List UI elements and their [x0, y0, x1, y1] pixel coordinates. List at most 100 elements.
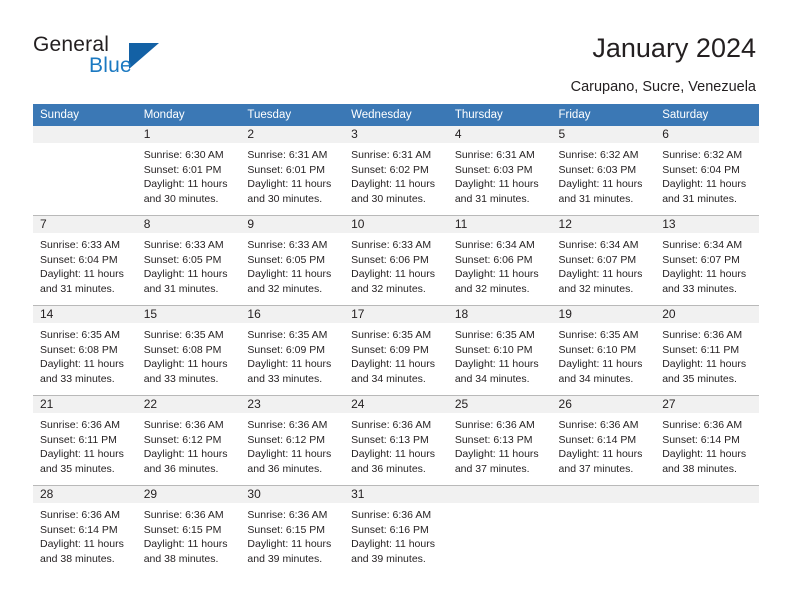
day-cell[interactable]: 8 Sunrise: 6:33 AM Sunset: 6:05 PM Dayli…: [136, 215, 241, 306]
sunrise-text: Sunrise: 6:35 AM: [351, 329, 432, 341]
day-cell[interactable]: 11 Sunrise: 6:34 AM Sunset: 6:06 PM Dayl…: [447, 215, 552, 306]
day-cell[interactable]: 24 Sunrise: 6:36 AM Sunset: 6:13 PM Dayl…: [344, 395, 448, 486]
daylight-text-line2: and 37 minutes.: [454, 462, 530, 475]
day-cell[interactable]: 19 Sunrise: 6:35 AM Sunset: 6:10 PM Dayl…: [551, 305, 656, 396]
day-number: 6: [655, 126, 759, 143]
day-cell[interactable]: 13 Sunrise: 6:34 AM Sunset: 6:07 PM Dayl…: [655, 215, 759, 306]
day-number: 14: [33, 306, 137, 323]
daylight-text-line1: Daylight: 11 hours: [143, 538, 228, 551]
day-cell[interactable]: [33, 126, 137, 216]
day-details: Sunrise: 6:36 AM Sunset: 6:11 PM Dayligh…: [655, 323, 759, 386]
day-number: [447, 486, 552, 503]
day-cell[interactable]: 25 Sunrise: 6:36 AM Sunset: 6:13 PM Dayl…: [447, 395, 552, 486]
day-number: 15: [136, 306, 241, 323]
day-cell[interactable]: 15 Sunrise: 6:35 AM Sunset: 6:08 PM Dayl…: [136, 305, 241, 396]
day-details: Sunrise: 6:36 AM Sunset: 6:15 PM Dayligh…: [137, 503, 241, 566]
daylight-text-line1: Daylight: 11 hours: [454, 358, 539, 371]
sunset-text: Sunset: 6:05 PM: [143, 253, 222, 266]
sunrise-text: Sunrise: 6:36 AM: [143, 509, 224, 521]
daylight-text-line2: and 32 minutes.: [247, 282, 323, 295]
daylight-text-line2: and 32 minutes.: [351, 282, 426, 295]
day-details: Sunrise: 6:34 AM Sunset: 6:06 PM Dayligh…: [448, 233, 552, 296]
sunrise-text: Sunrise: 6:36 AM: [558, 419, 639, 431]
daylight-text-line1: Daylight: 11 hours: [247, 178, 332, 191]
day-details: Sunrise: 6:33 AM Sunset: 6:06 PM Dayligh…: [344, 233, 448, 296]
sunset-text: Sunset: 6:15 PM: [247, 523, 326, 536]
day-cell[interactable]: 27 Sunrise: 6:36 AM Sunset: 6:14 PM Dayl…: [655, 395, 759, 486]
day-number: 26: [551, 396, 656, 413]
day-cell[interactable]: 3 Sunrise: 6:31 AM Sunset: 6:02 PM Dayli…: [344, 126, 448, 216]
daylight-text-line1: Daylight: 11 hours: [558, 448, 643, 461]
daylight-text-line1: Daylight: 11 hours: [662, 178, 747, 191]
day-cell[interactable]: 1 Sunrise: 6:30 AM Sunset: 6:01 PM Dayli…: [136, 126, 241, 216]
day-cell[interactable]: 20 Sunrise: 6:36 AM Sunset: 6:11 PM Dayl…: [655, 305, 759, 396]
daylight-text-line2: and 31 minutes.: [143, 282, 219, 295]
daylight-text-line2: and 33 minutes.: [247, 372, 323, 385]
sunset-text: Sunset: 6:14 PM: [558, 433, 637, 446]
sunrise-text: Sunrise: 6:34 AM: [662, 239, 743, 251]
day-cell[interactable]: 4 Sunrise: 6:31 AM Sunset: 6:03 PM Dayli…: [447, 126, 552, 216]
sunrise-text: Sunrise: 6:33 AM: [351, 239, 432, 251]
page-header: General Blue January 2024 Carupano, Sucr…: [0, 0, 792, 104]
day-number: [655, 486, 759, 503]
daylight-text-line2: and 39 minutes.: [351, 552, 426, 565]
daylight-text-line2: and 33 minutes.: [143, 372, 219, 385]
general-blue-logo[interactable]: General Blue: [33, 33, 253, 83]
sunrise-text: Sunrise: 6:36 AM: [351, 509, 432, 521]
day-cell[interactable]: 30 Sunrise: 6:36 AM Sunset: 6:15 PM Dayl…: [240, 485, 345, 575]
day-cell[interactable]: 14 Sunrise: 6:35 AM Sunset: 6:08 PM Dayl…: [33, 305, 137, 396]
daylight-text-line1: Daylight: 11 hours: [40, 358, 124, 371]
day-number: 10: [344, 216, 448, 233]
day-number: [33, 126, 137, 143]
day-cell[interactable]: 9 Sunrise: 6:33 AM Sunset: 6:05 PM Dayli…: [240, 215, 345, 306]
day-cell[interactable]: 12 Sunrise: 6:34 AM Sunset: 6:07 PM Dayl…: [551, 215, 656, 306]
sunset-text: Sunset: 6:02 PM: [351, 163, 429, 176]
sunrise-text: Sunrise: 6:36 AM: [247, 419, 328, 431]
sunrise-text: Sunrise: 6:31 AM: [351, 149, 432, 161]
day-details: Sunrise: 6:36 AM Sunset: 6:15 PM Dayligh…: [240, 503, 344, 566]
day-cell[interactable]: 5 Sunrise: 6:32 AM Sunset: 6:03 PM Dayli…: [551, 126, 656, 216]
sunrise-text: Sunrise: 6:35 AM: [454, 329, 535, 341]
day-cell[interactable]: 21 Sunrise: 6:36 AM Sunset: 6:11 PM Dayl…: [33, 395, 137, 486]
day-details: Sunrise: 6:31 AM Sunset: 6:03 PM Dayligh…: [448, 143, 552, 206]
sunset-text: Sunset: 6:07 PM: [558, 253, 637, 266]
daylight-text-line1: Daylight: 11 hours: [558, 358, 643, 371]
day-number: 12: [551, 216, 656, 233]
day-cell[interactable]: 29 Sunrise: 6:36 AM Sunset: 6:15 PM Dayl…: [136, 485, 241, 575]
day-cell[interactable]: [551, 485, 656, 575]
day-cell[interactable]: 31 Sunrise: 6:36 AM Sunset: 6:16 PM Dayl…: [344, 485, 448, 575]
day-cell[interactable]: 28 Sunrise: 6:36 AM Sunset: 6:14 PM Dayl…: [33, 485, 137, 575]
day-number: 3: [344, 126, 448, 143]
day-cell[interactable]: 26 Sunrise: 6:36 AM Sunset: 6:14 PM Dayl…: [551, 395, 656, 486]
sunset-text: Sunset: 6:09 PM: [247, 343, 326, 356]
day-cell[interactable]: 18 Sunrise: 6:35 AM Sunset: 6:10 PM Dayl…: [447, 305, 552, 396]
day-cell[interactable]: 23 Sunrise: 6:36 AM Sunset: 6:12 PM Dayl…: [240, 395, 345, 486]
day-cell[interactable]: [447, 485, 552, 575]
daylight-text-line1: Daylight: 11 hours: [40, 268, 124, 281]
daylight-text-line1: Daylight: 11 hours: [351, 178, 435, 191]
day-details: Sunrise: 6:33 AM Sunset: 6:04 PM Dayligh…: [33, 233, 137, 296]
sunrise-text: Sunrise: 6:36 AM: [351, 419, 432, 431]
daylight-text-line2: and 30 minutes.: [143, 192, 219, 205]
day-cell[interactable]: 7 Sunrise: 6:33 AM Sunset: 6:04 PM Dayli…: [33, 215, 137, 306]
daylight-text-line1: Daylight: 11 hours: [558, 178, 643, 191]
daylight-text-line2: and 36 minutes.: [247, 462, 323, 475]
day-number: 17: [344, 306, 448, 323]
daylight-text-line1: Daylight: 11 hours: [247, 268, 332, 281]
page-title: January 2024: [592, 33, 756, 63]
page-subtitle-location: Carupano, Sucre, Venezuela: [570, 79, 756, 95]
day-number: 11: [447, 216, 552, 233]
sunrise-text: Sunrise: 6:32 AM: [662, 149, 743, 161]
day-number: [551, 486, 656, 503]
daylight-text-line1: Daylight: 11 hours: [40, 448, 124, 461]
day-cell[interactable]: 16 Sunrise: 6:35 AM Sunset: 6:09 PM Dayl…: [240, 305, 345, 396]
day-cell[interactable]: 17 Sunrise: 6:35 AM Sunset: 6:09 PM Dayl…: [344, 305, 448, 396]
daylight-text-line2: and 34 minutes.: [558, 372, 634, 385]
day-cell[interactable]: 22 Sunrise: 6:36 AM Sunset: 6:12 PM Dayl…: [136, 395, 241, 486]
day-cell[interactable]: 2 Sunrise: 6:31 AM Sunset: 6:01 PM Dayli…: [240, 126, 345, 216]
daylight-text-line1: Daylight: 11 hours: [351, 268, 435, 281]
day-cell[interactable]: 10 Sunrise: 6:33 AM Sunset: 6:06 PM Dayl…: [344, 215, 448, 306]
day-cell[interactable]: 6 Sunrise: 6:32 AM Sunset: 6:04 PM Dayli…: [655, 126, 759, 216]
day-cell[interactable]: [655, 485, 759, 575]
day-details: Sunrise: 6:35 AM Sunset: 6:08 PM Dayligh…: [33, 323, 137, 386]
